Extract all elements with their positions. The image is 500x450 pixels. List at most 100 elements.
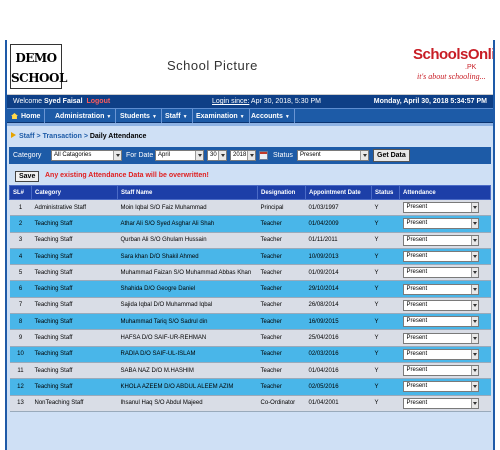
year-select[interactable]: 2018 bbox=[230, 150, 256, 161]
category-label: Category bbox=[13, 152, 42, 159]
cell-sl: 2 bbox=[9, 215, 32, 233]
status-select[interactable]: Present bbox=[297, 150, 369, 161]
attendance-select[interactable]: Present bbox=[402, 251, 479, 263]
cell-appointment-date: 01/04/2016 bbox=[305, 362, 372, 380]
category-select[interactable]: All Catagories bbox=[51, 150, 122, 161]
logo-line2: SCHOOL bbox=[11, 71, 67, 85]
cell-designation: Co-Ordinator bbox=[257, 395, 306, 412]
cell-category: Teaching Staff bbox=[31, 313, 118, 331]
attendance-select[interactable]: Present bbox=[402, 218, 479, 230]
nav-home[interactable]: Home bbox=[7, 109, 46, 124]
cell-sl: 1 bbox=[9, 199, 32, 217]
attendance-value: Present bbox=[406, 350, 428, 357]
calendar-icon[interactable] bbox=[259, 151, 268, 160]
attendance-select[interactable]: Present bbox=[402, 202, 479, 214]
cell-status: Y bbox=[371, 232, 400, 249]
cell-staff-name: Moin Iqbal S/O Faiz Muhammad bbox=[117, 199, 258, 217]
attendance-value: Present bbox=[406, 334, 428, 341]
schools-online-logo[interactable]: SchoolsOnline .PK it's about schooling..… bbox=[413, 46, 493, 88]
cell-designation: Teacher bbox=[257, 329, 306, 347]
chevron-down-icon bbox=[470, 284, 478, 294]
attendance-table: SL# Category Staff Name Designation Appo… bbox=[9, 185, 491, 412]
logout-link[interactable]: Logout bbox=[86, 98, 110, 105]
nav-administration-label: Administration bbox=[55, 113, 105, 120]
nav-students[interactable]: Students ▼ bbox=[116, 109, 162, 124]
attendance-select[interactable]: Present bbox=[402, 234, 479, 246]
nav-accounts[interactable]: Accounts ▼ bbox=[247, 109, 295, 124]
attendance-select[interactable]: Present bbox=[402, 348, 479, 360]
attendance-select[interactable]: Present bbox=[402, 397, 479, 409]
nav-administration[interactable]: Administration ▼ bbox=[51, 109, 117, 124]
cell-status: Y bbox=[371, 362, 400, 380]
cell-staff-name: Athar Ali S/O Syed Asghar Ali Shah bbox=[117, 215, 258, 233]
user-name: Syed Faisal bbox=[44, 98, 83, 105]
cell-appointment-date: 29/10/2014 bbox=[305, 280, 372, 298]
attendance-select[interactable]: Present bbox=[402, 316, 479, 328]
get-data-button[interactable]: Get Data bbox=[373, 149, 410, 162]
cell-status: Y bbox=[371, 395, 400, 412]
cell-status: Y bbox=[371, 264, 400, 282]
cell-designation: Teacher bbox=[257, 248, 306, 266]
attendance-select[interactable]: Present bbox=[402, 299, 479, 311]
col-appointment-date: Appointment Date bbox=[305, 185, 372, 200]
table-row: 6 Teaching Staff Shahida D/O Geogre Daniel… bbox=[9, 280, 491, 298]
chevron-down-icon bbox=[470, 398, 478, 408]
cell-staff-name: Sajida Iqbal D/O Muhammad Iqbal bbox=[117, 297, 258, 315]
cell-appointment-date: 25/04/2016 bbox=[305, 329, 372, 347]
cell-appointment-date: 01/09/2014 bbox=[305, 264, 372, 282]
current-datetime: Monday, April 30, 2018 5:34:57 PM bbox=[373, 98, 487, 105]
attendance-select[interactable]: Present bbox=[402, 332, 479, 344]
table-row: 12 Teaching Staff KHOLA AZEEM D/O ABDUL AL… bbox=[9, 378, 491, 396]
cell-category: Teaching Staff bbox=[31, 280, 118, 298]
cell-designation: Teacher bbox=[257, 378, 306, 396]
cell-staff-name: Qurban Ali S/O Ghulam Hussain bbox=[117, 232, 258, 249]
cell-status: Y bbox=[371, 248, 400, 266]
breadcrumb-staff[interactable]: Staff bbox=[19, 133, 35, 140]
table-row: 7 Teaching Staff Sajida Iqbal D/O Muhammad… bbox=[9, 297, 491, 315]
cell-appointment-date: 02/05/2016 bbox=[305, 378, 372, 396]
brand-tagline: it's about schooling... bbox=[417, 72, 486, 81]
nav-accounts-label: Accounts bbox=[251, 113, 283, 120]
breadcrumb-transaction[interactable]: Transaction bbox=[43, 133, 82, 140]
cell-category: Teaching Staff bbox=[31, 378, 118, 396]
chevron-down-icon bbox=[470, 235, 478, 245]
table-row: 11 Teaching Staff SABA NAZ D/O M.HASHIM Tea… bbox=[9, 362, 491, 380]
nav-staff[interactable]: Staff ▼ bbox=[161, 109, 193, 124]
breadcrumb-separator: > bbox=[36, 133, 41, 140]
nav-students-label: Students bbox=[120, 113, 150, 120]
cell-designation: Teacher bbox=[257, 362, 306, 380]
attendance-select[interactable]: Present bbox=[402, 381, 479, 393]
attendance-select[interactable]: Present bbox=[402, 267, 479, 279]
chevron-down-icon: ▼ bbox=[239, 114, 245, 120]
chevron-down-icon bbox=[470, 382, 478, 392]
month-select[interactable]: April bbox=[155, 150, 204, 161]
cell-attendance: Present bbox=[399, 248, 491, 266]
chevron-down-icon bbox=[470, 219, 478, 229]
cell-attendance: Present bbox=[399, 346, 491, 363]
table-row: 3 Teaching Staff Qurban Ali S/O Ghulam Hus… bbox=[9, 232, 491, 249]
cell-sl: 5 bbox=[9, 264, 32, 282]
category-value: All Catagories bbox=[54, 152, 92, 158]
month-value: April bbox=[158, 152, 171, 158]
cell-category: Administrative Staff bbox=[31, 199, 118, 217]
cell-status: Y bbox=[371, 215, 400, 233]
save-button[interactable]: Save bbox=[15, 171, 40, 182]
cell-sl: 11 bbox=[9, 362, 32, 380]
main-nav: Home Administration ▼ Students ▼ Staff ▼ Ex… bbox=[7, 108, 493, 124]
chevron-down-icon bbox=[247, 151, 255, 160]
table-row: 1 Administrative Staff Moin Iqbal S/O Faiz… bbox=[9, 199, 491, 217]
cell-attendance: Present bbox=[399, 395, 491, 412]
attendance-value: Present bbox=[406, 285, 428, 292]
breadcrumb-current: Daily Attendance bbox=[89, 133, 147, 140]
cell-staff-name: SABA NAZ D/O M.HASHIM bbox=[117, 362, 258, 380]
cell-staff-name: Muhammad Tariq S/O Sadrul din bbox=[117, 313, 258, 331]
table-row: 5 Teaching Staff Muhammad Faizan S/O Muham… bbox=[9, 264, 491, 282]
attendance-select[interactable]: Present bbox=[402, 283, 479, 295]
day-select[interactable]: 30 bbox=[207, 150, 227, 161]
attendance-select[interactable]: Present bbox=[402, 365, 479, 377]
nav-examination[interactable]: Examination ▼ bbox=[192, 109, 250, 124]
cell-status: Y bbox=[371, 280, 400, 298]
chevron-down-icon bbox=[470, 268, 478, 278]
cell-appointment-date: 01/03/1997 bbox=[305, 199, 372, 217]
cell-appointment-date: 01/11/2011 bbox=[305, 232, 372, 249]
